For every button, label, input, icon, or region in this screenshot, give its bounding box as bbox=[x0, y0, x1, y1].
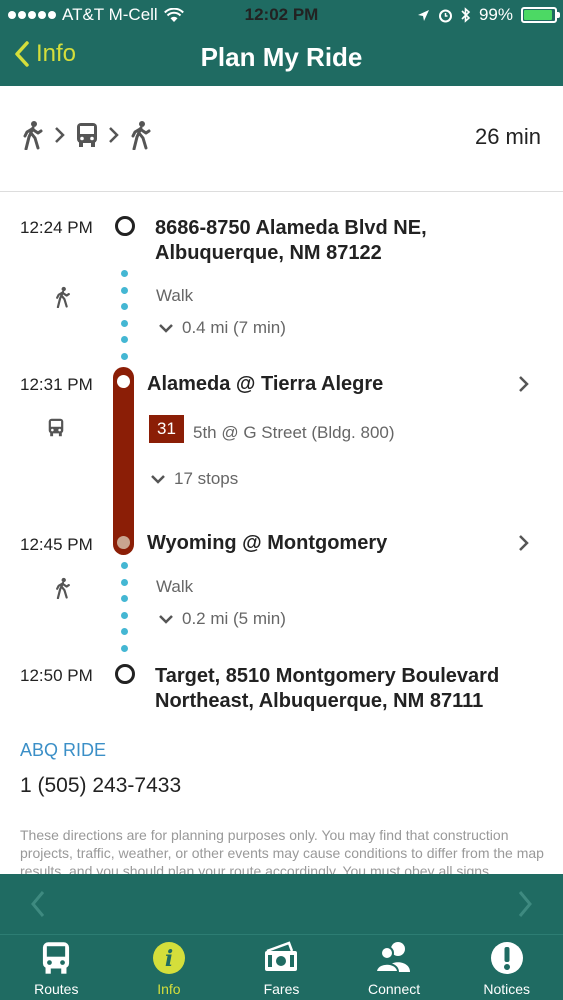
walk-label: Walk bbox=[156, 577, 194, 596]
tab-label: Connect bbox=[368, 981, 421, 997]
agency-name[interactable]: ABQ RIDE bbox=[20, 740, 106, 761]
walk-path-dot bbox=[121, 562, 128, 569]
chevron-down-icon bbox=[159, 615, 173, 624]
disclaimer-text: These directions are for planning purpos… bbox=[20, 827, 544, 874]
info-icon: i bbox=[152, 942, 185, 974]
bus-icon bbox=[43, 942, 70, 974]
walk-path-dot bbox=[121, 611, 128, 619]
chevron-down-icon bbox=[151, 475, 165, 484]
fares-icon bbox=[265, 941, 298, 971]
origin-time: 12:24 PM bbox=[20, 218, 93, 237]
origin-marker bbox=[115, 216, 135, 236]
trip-summary: 26 min bbox=[0, 86, 563, 192]
walk-path-dot bbox=[121, 319, 128, 327]
bus-headsign: 5th @ G Street (Bldg. 800) bbox=[193, 423, 395, 442]
destination-address-line1: Target, 8510 Montgomery Boulevard bbox=[155, 665, 500, 687]
chevron-right-icon bbox=[109, 127, 119, 143]
tab-fares[interactable]: Fares bbox=[225, 935, 338, 1000]
walk-details-toggle[interactable]: 0.4 mi (7 min) bbox=[158, 318, 286, 338]
stops-toggle[interactable]: 17 stops bbox=[150, 469, 238, 489]
walk-icon bbox=[23, 121, 43, 150]
board-time: 12:31 PM bbox=[20, 375, 93, 394]
tab-label: Fares bbox=[263, 981, 300, 997]
origin-address: 8686-8750 Alameda Blvd NE, Albuquerque, … bbox=[155, 216, 427, 266]
agency-phone[interactable]: 1 (505) 243-7433 bbox=[20, 774, 181, 798]
bus-route-line bbox=[113, 367, 134, 555]
walk-path-dot bbox=[121, 303, 128, 310]
alight-time: 12:45 PM bbox=[20, 535, 93, 554]
walk-icon bbox=[56, 577, 70, 599]
origin-address-line1: 8686-8750 Alameda Blvd NE, bbox=[155, 217, 427, 239]
walk-distance: 0.4 mi (7 min) bbox=[182, 318, 286, 337]
chevron-right-icon bbox=[55, 127, 65, 143]
chevron-right-icon[interactable] bbox=[518, 534, 530, 552]
status-bar: AT&T M-Cell 12:02 PM 99% bbox=[0, 0, 563, 30]
walk-path-dot bbox=[121, 578, 128, 586]
destination-address-line2: Northeast, Albuquerque, NM 87111 bbox=[155, 690, 484, 712]
tab-routes[interactable]: Routes bbox=[0, 935, 113, 1000]
walk-label: Walk bbox=[156, 286, 194, 305]
chevron-right-icon[interactable] bbox=[518, 375, 530, 393]
walk-icon bbox=[131, 121, 151, 150]
alight-stop[interactable]: Wyoming @ Montgomery bbox=[147, 531, 387, 556]
walk-path-dot bbox=[121, 595, 128, 602]
walk-path-dot bbox=[121, 628, 128, 635]
origin-address-line2: Albuquerque, NM 87122 bbox=[155, 242, 382, 264]
tab-label: Info bbox=[157, 981, 181, 997]
destination-marker bbox=[115, 664, 135, 684]
tab-notices[interactable]: Notices bbox=[450, 935, 563, 1000]
alert-icon bbox=[490, 942, 523, 974]
tab-label: Notices bbox=[483, 981, 531, 997]
page-title: Plan My Ride bbox=[200, 42, 363, 72]
walk-path-dot bbox=[121, 644, 128, 652]
tab-bar: Routes i Info Fares Connect Notices bbox=[0, 934, 563, 1000]
battery-percent: 99% bbox=[478, 5, 513, 24]
walk-path-dot bbox=[121, 352, 128, 360]
step-pager bbox=[0, 874, 563, 934]
bluetooth-icon bbox=[461, 7, 471, 23]
tab-info[interactable]: i Info bbox=[113, 935, 226, 1000]
chevron-down-icon bbox=[159, 324, 173, 333]
alarm-icon bbox=[438, 9, 452, 22]
trip-duration: 26 min bbox=[474, 124, 541, 149]
header-bar: AT&T M-Cell 12:02 PM 99% Info Plan My Ri… bbox=[0, 0, 563, 86]
walk-path-dot bbox=[121, 286, 128, 294]
destination-time: 12:50 PM bbox=[20, 666, 93, 685]
previous-arrow-icon[interactable] bbox=[30, 890, 46, 918]
location-arrow-icon bbox=[417, 9, 429, 21]
bus-icon bbox=[48, 418, 64, 437]
board-stop[interactable]: Alameda @ Tierra Alegre bbox=[147, 372, 383, 397]
tab-connect[interactable]: Connect bbox=[338, 935, 451, 1000]
stops-count: 17 stops bbox=[174, 469, 239, 488]
tab-label: Routes bbox=[34, 981, 79, 997]
trip-modes bbox=[22, 120, 152, 150]
destination-address: Target, 8510 Montgomery Boulevard Northe… bbox=[155, 664, 499, 714]
walk-path-dot bbox=[121, 270, 128, 277]
walk-icon bbox=[56, 286, 70, 308]
bus-icon bbox=[77, 123, 97, 147]
nav-bar: Info Plan My Ride bbox=[0, 30, 563, 86]
walk-path-dot bbox=[121, 336, 128, 343]
walk-details-toggle[interactable]: 0.2 mi (5 min) bbox=[158, 609, 286, 629]
battery-icon bbox=[521, 7, 560, 23]
svg-text:i: i bbox=[165, 946, 173, 972]
walk-distance: 0.2 mi (5 min) bbox=[182, 609, 286, 628]
route-badge: 31 bbox=[149, 415, 184, 443]
people-icon bbox=[376, 942, 411, 973]
next-arrow-icon[interactable] bbox=[517, 890, 533, 918]
